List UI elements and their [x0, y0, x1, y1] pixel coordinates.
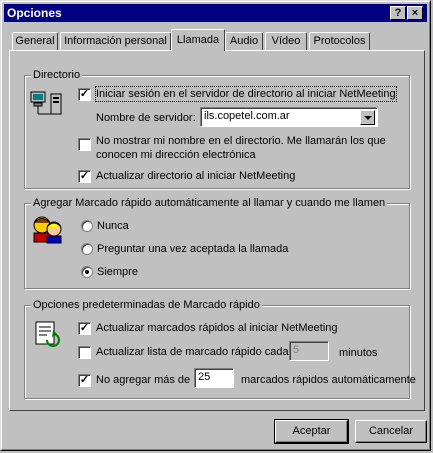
server-name-value: ils.copetel.com.ar — [204, 110, 290, 122]
refresh-list-icon — [35, 321, 60, 347]
cancel-button[interactable]: Cancelar — [355, 420, 427, 443]
computer-network-icon — [30, 91, 62, 115]
close-button[interactable]: × — [407, 6, 423, 20]
radio-ask[interactable] — [81, 243, 93, 255]
update-directory-label: Actualizar directorio al iniciar NetMeet… — [96, 170, 296, 182]
tab-video[interactable]: Vídeo — [265, 32, 307, 50]
update-list-checkbox[interactable] — [78, 346, 91, 359]
radio-never-label: Nunca — [97, 220, 129, 232]
title-bar[interactable]: Opciones ? × — [4, 4, 427, 22]
tab-protocols[interactable]: Protocolos — [309, 32, 370, 50]
max-add-checkbox[interactable]: ✓ — [78, 374, 91, 387]
server-name-combobox[interactable]: ils.copetel.com.ar — [200, 107, 378, 127]
update-list-label: Actualizar lista de marcado rápido cada — [96, 346, 289, 358]
tab-panel: Directorio ✓ Iniciar sesión en el servid… — [9, 50, 425, 411]
hide-name-label-line1: No mostrar mi nombre en el directorio. M… — [96, 135, 386, 147]
radio-always-label: Siempre — [97, 266, 138, 278]
tab-call[interactable]: Llamada — [171, 29, 225, 51]
hide-name-label-line2: conocen mi dirección electrónica — [96, 149, 256, 161]
server-name-label: Nombre de servidor: — [96, 112, 196, 124]
window-title: Opciones — [7, 6, 62, 20]
directory-group-label: Directorio — [31, 68, 83, 82]
radio-ask-label: Preguntar una vez aceptada la llamada — [97, 243, 289, 255]
tab-audio[interactable]: Audio — [225, 32, 263, 50]
tab-personal-info[interactable]: Información personal — [60, 32, 171, 50]
login-on-start-label: Iniciar sesión en el servidor de directo… — [95, 86, 397, 102]
radio-never[interactable] — [81, 220, 93, 232]
update-interval-unit: minutos — [339, 347, 378, 359]
login-on-start-checkbox[interactable]: ✓ — [78, 88, 91, 101]
ok-button[interactable]: Aceptar — [274, 419, 349, 444]
tab-general[interactable]: General — [12, 32, 58, 50]
speed-dial-defaults-group: Opciones predeterminadas de Marcado rápi… — [24, 298, 416, 399]
chevron-down-icon[interactable] — [360, 110, 375, 125]
update-interval-input[interactable]: 5 — [289, 341, 329, 361]
update-speed-dial-label: Actualizar marcados rápidos al iniciar N… — [96, 322, 338, 334]
radio-always[interactable] — [81, 266, 93, 278]
max-add-suffix: marcados rápidos automáticamente — [241, 374, 416, 386]
directory-group: Directorio ✓ Iniciar sesión en el servid… — [24, 68, 410, 189]
speed-dial-defaults-group-label: Opciones predeterminadas de Marcado rápi… — [31, 298, 262, 312]
people-icon — [33, 216, 62, 244]
speed-dial-add-group-label: Agregar Marcado rápido automáticamente a… — [31, 196, 388, 210]
speed-dial-add-group: Agregar Marcado rápido automáticamente a… — [24, 196, 410, 289]
max-add-label: No agregar más de — [96, 374, 191, 386]
hide-name-checkbox[interactable] — [78, 138, 91, 151]
update-directory-checkbox[interactable]: ✓ — [78, 170, 91, 183]
update-speed-dial-checkbox[interactable]: ✓ — [78, 322, 91, 335]
options-dialog: Opciones ? × General Información persona… — [0, 0, 431, 451]
help-button[interactable]: ? — [390, 6, 406, 20]
max-add-input[interactable]: 25 — [194, 368, 234, 388]
